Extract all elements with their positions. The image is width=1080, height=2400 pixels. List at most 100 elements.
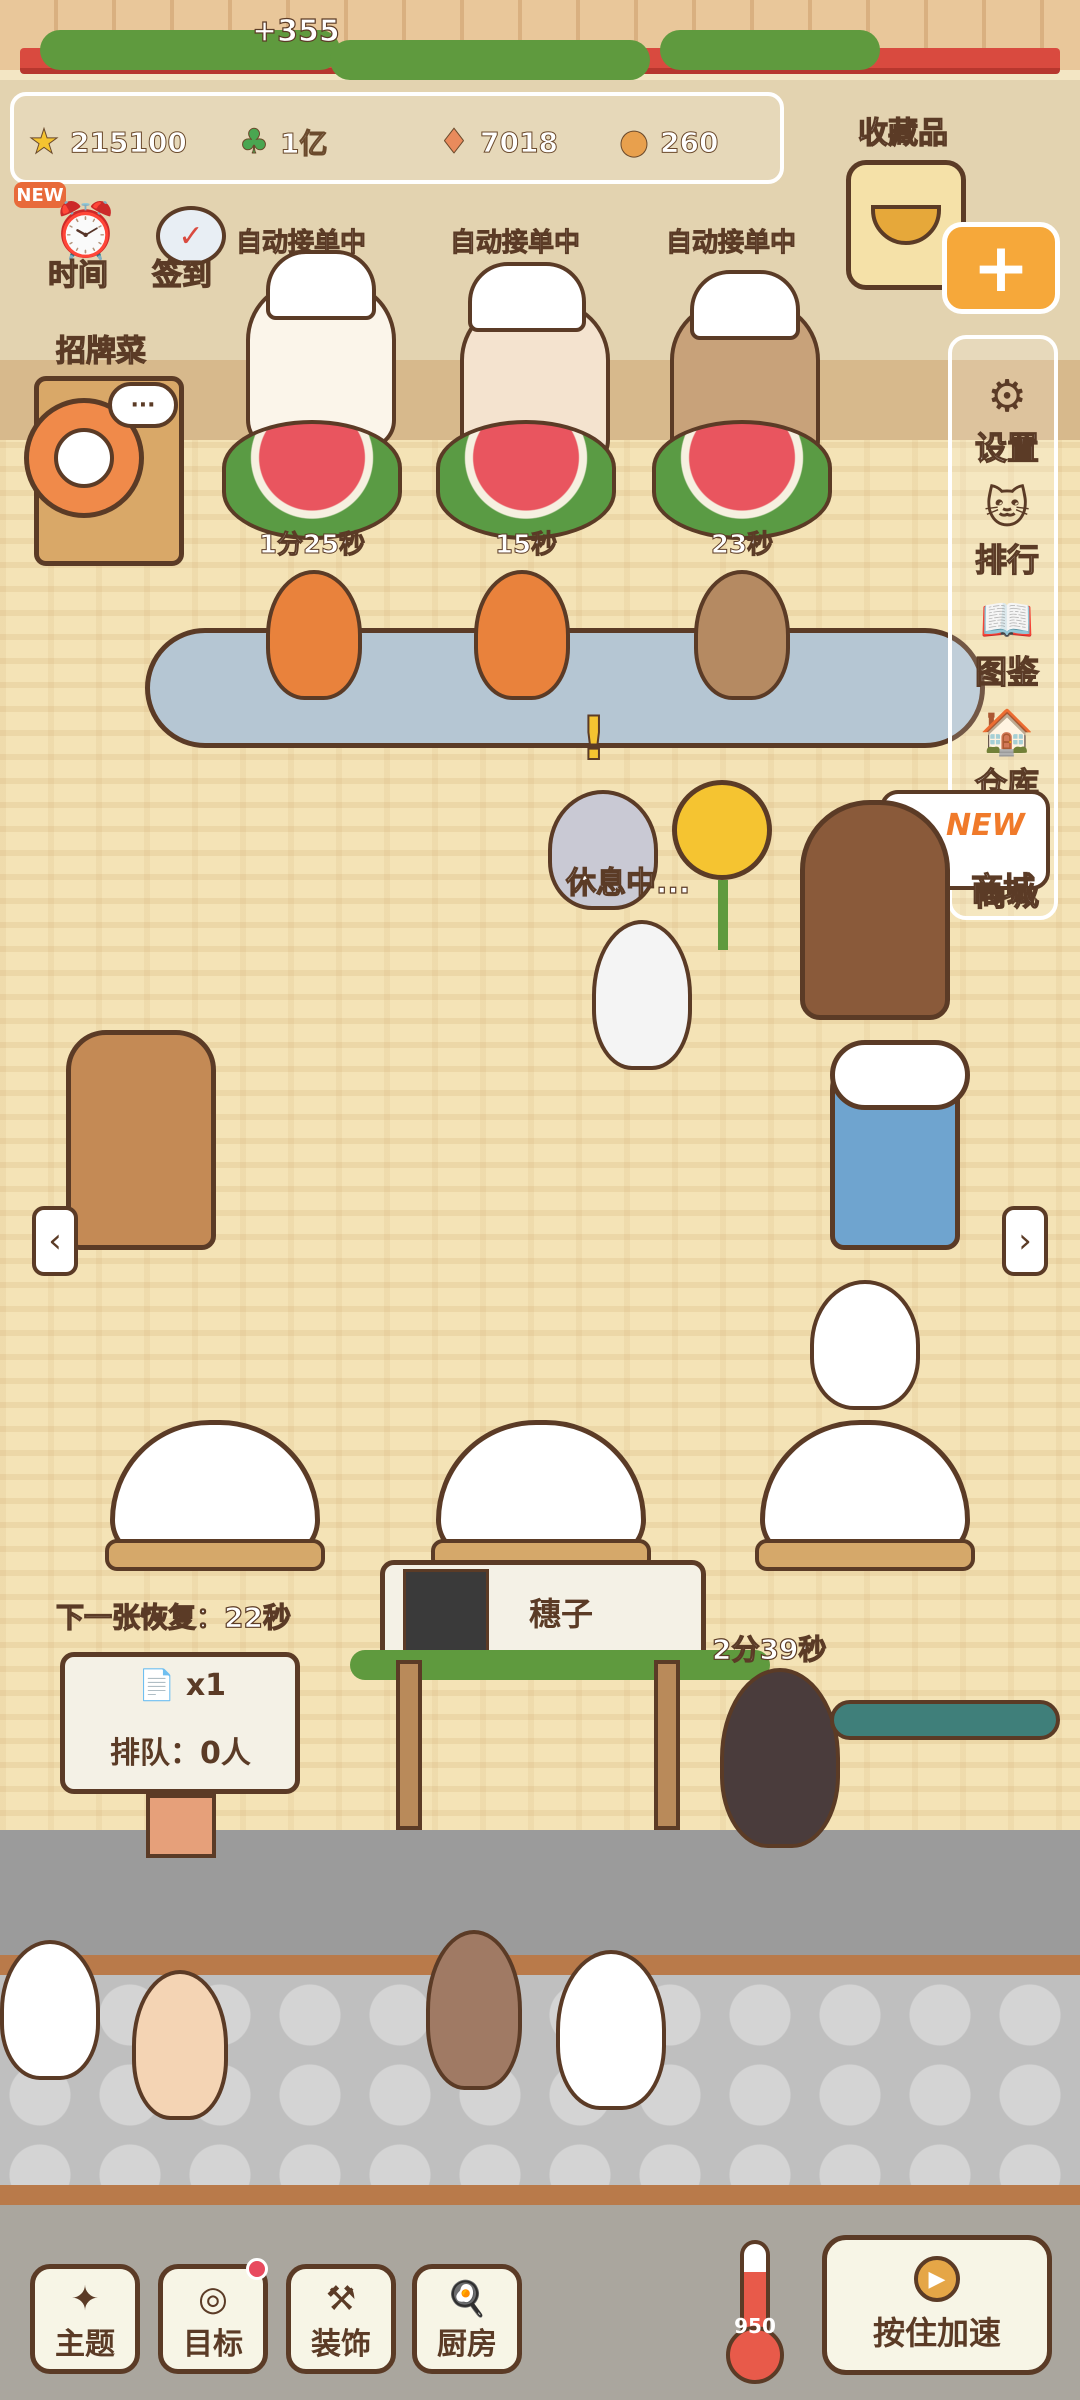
visitor-timer: 2分39秒 (711, 1632, 827, 1666)
warehouse-icon: 🏠 (979, 707, 1035, 758)
passerby-sheep[interactable] (0, 1940, 100, 2080)
station-1-timer: 1分25秒 (258, 530, 366, 561)
encyclopedia-label: 图鉴 (974, 652, 1039, 691)
collection-label: 收藏品 (857, 115, 948, 151)
cat-face-icon (54, 428, 114, 488)
book-icon: 📖 (979, 595, 1035, 646)
chef-hat (690, 270, 800, 340)
alert-icon: ! (579, 703, 608, 775)
ticket-recovery-timer: 下一张恢复：22秒 (55, 1600, 291, 1634)
scroll-right-button[interactable]: › (1002, 1206, 1048, 1276)
dragon-tail-decoration (830, 1700, 1060, 1740)
vine-decoration (660, 30, 880, 70)
candy-icon: ♦ (438, 122, 470, 163)
customer-avatar (403, 1569, 489, 1655)
checkin-button-label[interactable]: 签到 (151, 250, 212, 294)
cake-roll-decoration[interactable] (66, 1030, 216, 1250)
play-icon: ▶ (914, 2256, 960, 2302)
fence-post (396, 1660, 422, 1830)
chef-hat (266, 250, 376, 320)
resource-candy[interactable]: ♦ 7018 (434, 122, 559, 163)
kitchen-button[interactable]: 🍳 厨房 (412, 2264, 522, 2374)
passerby-bunny[interactable] (426, 1930, 522, 2090)
queue-count: 排队：0人 (110, 1736, 251, 1771)
kitchen-label: 厨房 (437, 2327, 497, 2362)
fence-post (654, 1660, 680, 1830)
curb (0, 2185, 1080, 2207)
cookie-icon: ● (619, 122, 650, 163)
decorate-button[interactable]: ⚒ 装饰 (286, 2264, 396, 2374)
settings-label: 设置 (974, 428, 1039, 467)
theme-label: 主题 (55, 2327, 115, 2362)
passerby-pig[interactable] (132, 1970, 228, 2120)
sunflower-decoration[interactable] (672, 780, 772, 880)
passerby-cat[interactable] (556, 1950, 666, 2110)
cooking-station-1[interactable] (222, 420, 402, 540)
cookie-value: 260 (659, 125, 719, 159)
scroll-left-button[interactable]: ‹ (32, 1206, 78, 1276)
sunflower-stem (718, 880, 728, 950)
customer-card[interactable]: 穗子 (380, 1560, 706, 1664)
speed-button-label: 按住加速 (872, 2314, 1001, 2352)
decorate-label: 装饰 (311, 2327, 371, 2362)
ranking-button[interactable]: 🐱 排行 (952, 471, 1062, 581)
cooking-station-3[interactable] (652, 420, 832, 540)
hammer-icon: ⚒ (325, 2279, 357, 2319)
waiter-dog[interactable] (694, 570, 790, 700)
waiter-cat-orange[interactable] (266, 570, 362, 700)
cooking-icon: 🍳 (445, 2279, 489, 2319)
clover-value: 1亿 (279, 127, 328, 161)
chef-hat (468, 262, 586, 332)
customer-name: 穗子 (529, 1595, 594, 1633)
hold-to-speed-button[interactable]: ▶ 按住加速 (822, 2235, 1052, 2375)
encyclopedia-button[interactable]: 📖 图鉴 (952, 583, 1062, 693)
resource-cookie[interactable]: ● 260 (614, 122, 719, 163)
pot-icon (871, 205, 941, 245)
ranking-label: 排行 (974, 540, 1039, 579)
time-button-label[interactable]: 时间 (47, 250, 108, 294)
thermometer-value: 950 (734, 2314, 776, 2338)
thought-bubble: ··· (108, 382, 178, 428)
ticket-count-value: x1 (185, 1668, 227, 1703)
chocolate-tower-decoration[interactable] (800, 800, 950, 1020)
goal-button[interactable]: ◎ 目标 (158, 2264, 268, 2374)
goal-label: 目标 (183, 2327, 243, 2362)
wand-icon: ✦ (70, 2279, 100, 2319)
visitor-cat-glasses[interactable] (720, 1668, 840, 1848)
customer-cat-gray[interactable] (592, 920, 692, 1070)
waiter-cat-orange[interactable] (474, 570, 570, 700)
resource-stars[interactable]: ★ 215100 (24, 122, 188, 163)
add-button[interactable]: + (942, 222, 1060, 314)
signature-dish-label: 招牌菜 (55, 333, 146, 369)
floating-reward-text: +355 (251, 13, 340, 49)
curb (0, 1955, 1080, 1977)
ticket-count: 📄 x1 (138, 1668, 226, 1703)
station-2-status: 自动接单中 (449, 228, 581, 259)
star-icon: ★ (28, 122, 60, 163)
station-2-timer: 15秒 (494, 530, 558, 561)
candy-value: 7018 (480, 125, 559, 159)
ticket-icon: 📄 (138, 1668, 176, 1703)
resource-bar: ★ 215100 ♣ 1亿 ♦ 7018 ● 260 (10, 92, 784, 184)
ice-cream-top (830, 1040, 970, 1110)
sign-post (146, 1794, 216, 1858)
resting-status: 休息中... (565, 865, 691, 901)
resource-clover[interactable]: ♣ 1亿 (234, 122, 328, 163)
ranking-icon: 🐱 (984, 483, 1030, 534)
heat-thermometer (726, 2240, 784, 2384)
customer-white-bear[interactable] (810, 1280, 920, 1410)
target-icon: ◎ (198, 2279, 228, 2319)
vine-decoration (330, 40, 650, 80)
shop-button-overlay[interactable]: 商城 (948, 800, 1058, 910)
stars-value: 215100 (70, 125, 188, 159)
cooking-station-2[interactable] (436, 420, 616, 540)
theme-button[interactable]: ✦ 主题 (30, 2264, 140, 2374)
shop-label: 商城 (970, 869, 1035, 908)
gear-icon: ⚙ (987, 371, 1027, 422)
station-3-status: 自动接单中 (665, 228, 797, 259)
station-3-timer: 23秒 (710, 530, 774, 561)
warehouse-button[interactable]: 🏠 仓库 (952, 695, 1062, 805)
clover-icon: ♣ (238, 122, 270, 163)
notification-dot (246, 2258, 268, 2280)
settings-button[interactable]: ⚙ 设置 (952, 359, 1062, 469)
